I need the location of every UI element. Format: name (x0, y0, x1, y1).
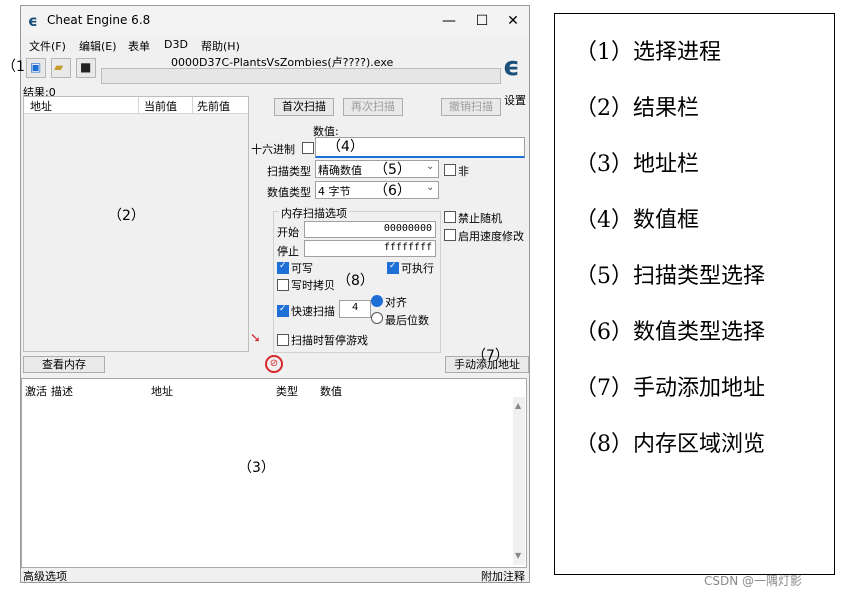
col-current[interactable]: 当前值 (144, 98, 177, 114)
not-label: 非 (458, 165, 469, 178)
annotation-7: （7） (472, 348, 509, 364)
hex-checkbox[interactable] (302, 142, 314, 154)
writable-checkbox[interactable] (277, 261, 289, 274)
annotation-2: （2） (108, 208, 145, 224)
col-previous[interactable]: 先前值 (197, 98, 230, 114)
minimize-button[interactable]: — (437, 11, 461, 31)
table-comments-link[interactable]: 附加注释 (481, 568, 525, 584)
address-list-scrollbar[interactable]: ▲ ▼ (513, 397, 525, 565)
col-type[interactable]: 类型 (276, 383, 298, 399)
stop-address-input[interactable]: ffffffff (304, 240, 436, 257)
scan-progress-bar (101, 68, 501, 84)
memory-scan-group-title: 内存扫描选项 (279, 205, 349, 221)
menu-table[interactable]: 表单 (128, 38, 150, 54)
stop-address-value: ffffffff (383, 242, 432, 253)
col-addr[interactable]: 地址 (151, 383, 173, 399)
window-title: Cheat Engine 6.8 (47, 13, 151, 27)
title-bar: ϵ Cheat Engine 6.8 — ☐ ✕ (21, 6, 529, 36)
annotation-8: （8） (337, 273, 374, 289)
hex-label: 十六进制 (251, 143, 295, 156)
fast-scan-label: 快速扫描 (291, 305, 335, 318)
executable-checkbox[interactable] (387, 261, 399, 274)
menu-file[interactable]: 文件(F) (29, 38, 66, 54)
scroll-up-icon[interactable]: ▲ (515, 401, 521, 410)
stop-icon[interactable]: ⊘ (265, 355, 283, 373)
scan-type-label: 扫描类型 (267, 165, 311, 178)
disable-random-checkbox[interactable] (444, 211, 456, 223)
maximize-button[interactable]: ☐ (470, 11, 494, 31)
annotation-4: （4） (327, 139, 364, 155)
writable-label: 可写 (291, 262, 313, 275)
col-description[interactable]: 描述 (51, 383, 73, 399)
next-scan-button[interactable]: 再次扫描 (343, 98, 403, 116)
legend-box: （1）选择进程 （2）结果栏 （3）地址栏 （4）数值框 （5）扫描类型选择 （… (554, 13, 835, 575)
value-type-label: 数值类型 (267, 186, 311, 199)
scan-type-value: 精确数值 (318, 164, 362, 177)
menu-bar: 文件(F) 编辑(E) 表单 D3D 帮助(H) (21, 36, 529, 54)
start-label: 开始 (277, 226, 299, 239)
copy-on-write-checkbox[interactable] (277, 279, 289, 291)
legend-item: （5）扫描类型选择 (575, 264, 765, 289)
annotation-5: （5） (374, 162, 411, 178)
watermark: CSDN @一隅灯影 (704, 574, 803, 588)
last-digits-radio[interactable] (371, 312, 383, 324)
legend-item: （4）数值框 (575, 208, 699, 233)
pause-game-checkbox[interactable] (277, 334, 289, 346)
scroll-down-icon[interactable]: ▼ (515, 551, 521, 560)
col-value[interactable]: 数值 (320, 383, 342, 399)
menu-help[interactable]: 帮助(H) (201, 38, 240, 54)
speedhack-checkbox[interactable] (444, 229, 456, 241)
open-folder-icon: ▰ (54, 60, 64, 74)
legend-item: （1）选择进程 (575, 40, 721, 65)
legend-item: （2）结果栏 (575, 96, 699, 121)
view-memory-button[interactable]: 查看内存 (23, 356, 105, 373)
speedhack-label: 启用速度修改 (458, 230, 524, 243)
col-address[interactable]: 地址 (30, 98, 52, 114)
cheat-engine-logo-icon: ϵ (28, 12, 38, 30)
pointer-arrow-icon[interactable]: ➘ (250, 331, 261, 346)
select-process-button[interactable]: ▣ (26, 58, 46, 78)
value-type-value: 4 字节 (318, 185, 351, 198)
advanced-options-link[interactable]: 高级选项 (23, 568, 67, 584)
not-checkbox[interactable] (444, 164, 456, 176)
close-button[interactable]: ✕ (501, 11, 525, 31)
legend-item: （3）地址栏 (575, 152, 699, 177)
open-file-button[interactable]: ▰ (51, 58, 71, 78)
cheat-engine-window: ϵ Cheat Engine 6.8 — ☐ ✕ 文件(F) 编辑(E) 表单 … (20, 5, 530, 583)
select-process-icon: ▣ (30, 60, 42, 74)
annotation-1: （1 (2, 59, 25, 75)
chevron-down-icon: ⌄ (426, 161, 435, 172)
legend-item: （6）数值类型选择 (575, 320, 765, 345)
stop-label: 停止 (277, 245, 299, 258)
last-digits-label: 最后位数 (385, 314, 429, 327)
legend-item: （7）手动添加地址 (575, 376, 765, 401)
start-address-input[interactable]: 00000000 (304, 221, 436, 238)
fast-scan-value: 4 (352, 302, 359, 313)
save-disk-icon: ■ (80, 60, 92, 74)
undo-scan-button[interactable]: 撤销扫描 (441, 98, 501, 116)
fast-scan-checkbox[interactable] (277, 304, 289, 317)
disable-random-label: 禁止随机 (458, 212, 502, 225)
menu-d3d[interactable]: D3D (164, 38, 188, 51)
settings-label[interactable]: 设置 (504, 92, 526, 108)
cheat-engine-logo-icon[interactable]: ϵ (503, 52, 520, 82)
results-header: 地址 当前值 先前值 (24, 97, 248, 114)
save-file-button[interactable]: ■ (76, 58, 96, 78)
fast-scan-input[interactable]: 4 (339, 300, 371, 318)
menu-edit[interactable]: 编辑(E) (79, 38, 117, 54)
first-scan-button[interactable]: 首次扫描 (274, 98, 334, 116)
pause-game-label: 扫描时暂停游戏 (291, 334, 368, 347)
copy-on-write-label: 写时拷贝 (291, 279, 335, 292)
executable-label: 可执行 (401, 262, 434, 275)
chevron-down-icon: ⌄ (426, 182, 435, 193)
align-radio[interactable] (371, 295, 383, 307)
align-label: 对齐 (385, 296, 407, 309)
start-address-value: 00000000 (383, 223, 432, 234)
annotation-3: （3） (238, 460, 275, 476)
legend-item: （8）内存区域浏览 (575, 432, 765, 457)
annotation-6: （6） (374, 183, 411, 199)
col-active[interactable]: 激活 (25, 383, 47, 399)
